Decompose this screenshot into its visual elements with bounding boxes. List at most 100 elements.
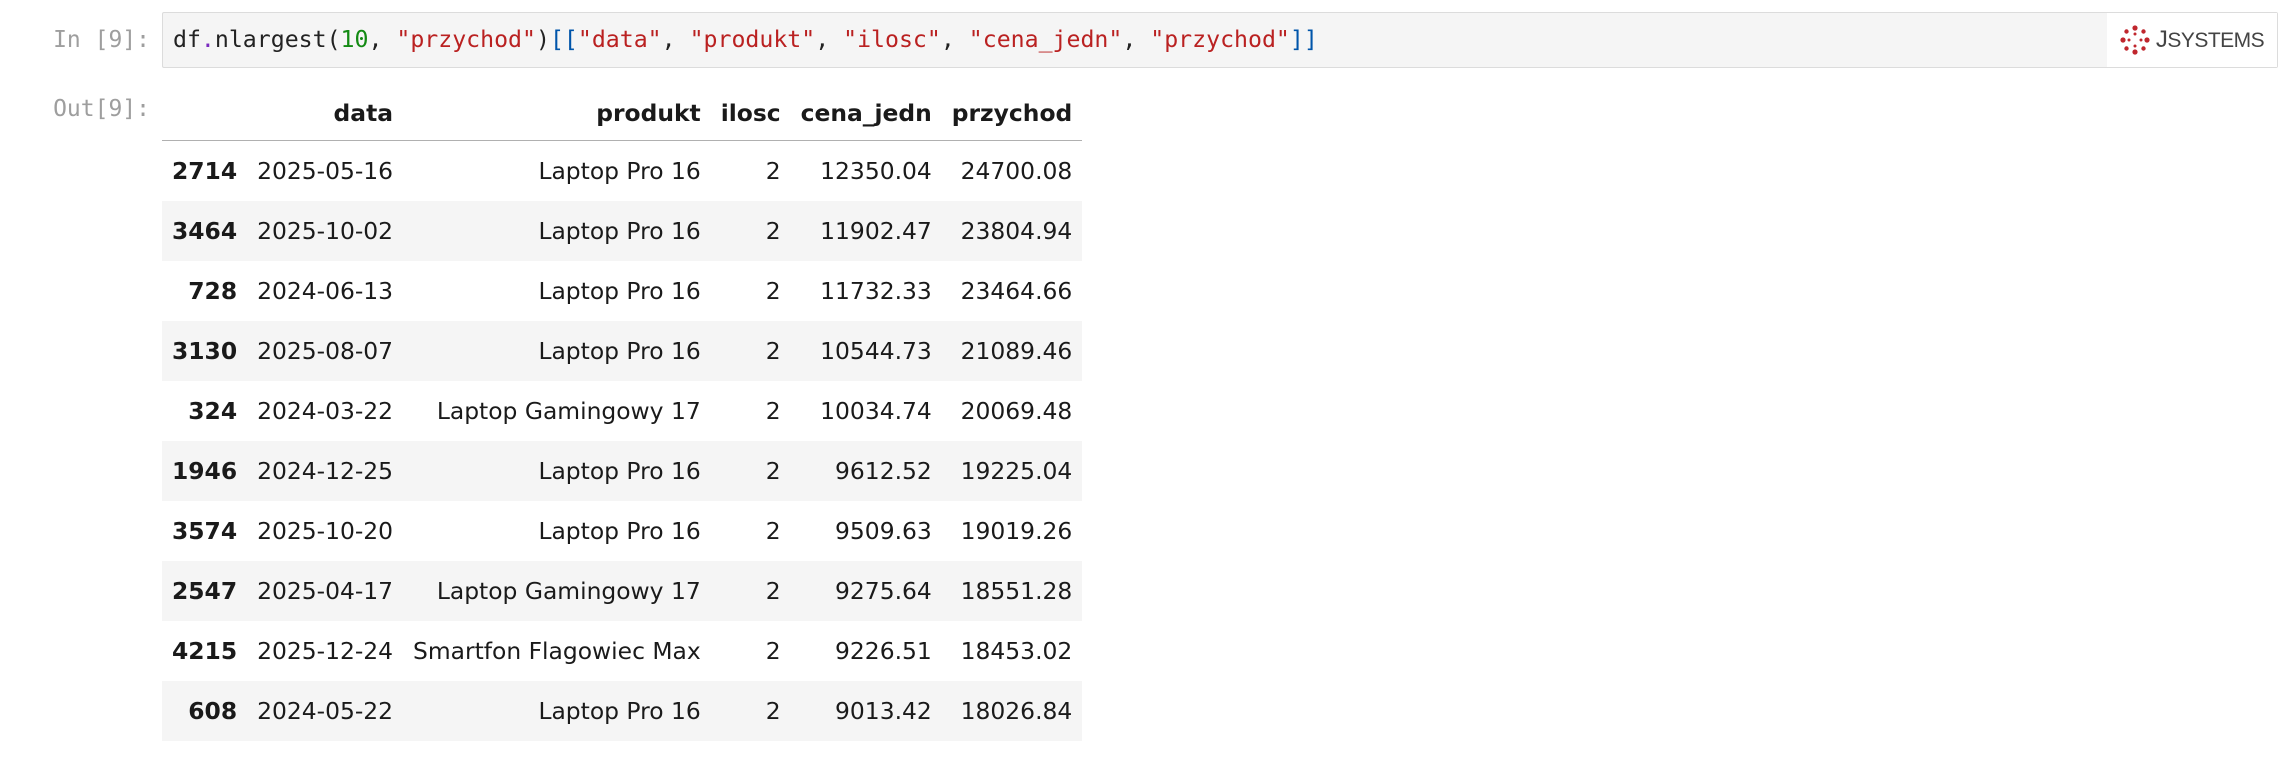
- row-index: 2547: [172, 577, 238, 605]
- code-token: ,: [815, 26, 844, 53]
- cell-produkt: Laptop Pro 16: [538, 697, 701, 725]
- cell-produkt: Laptop Pro 16: [538, 517, 701, 545]
- cell-data: 2025-12-24: [257, 637, 394, 665]
- cell-produkt: Laptop Pro 16: [538, 277, 701, 305]
- cell-ilosc: 2: [765, 397, 781, 425]
- code-token: [[: [549, 26, 578, 53]
- row-index: 608: [188, 697, 238, 725]
- table-row: 2714 2025-05-16 Laptop Pro 16 2 12350.04…: [162, 141, 1082, 202]
- row-index: 728: [188, 277, 238, 305]
- cell-cena-jedn: 10544.73: [820, 337, 932, 365]
- code-token: ]]: [1289, 26, 1318, 53]
- cell-data: 2024-05-22: [257, 697, 394, 725]
- table-row: 728 2024-06-13 Laptop Pro 16 2 11732.33 …: [162, 261, 1082, 321]
- code-token: 10: [340, 26, 369, 53]
- logo-letters: SYSTEMS: [2167, 29, 2265, 52]
- column-header-przychod: przychod: [941, 86, 1083, 141]
- code-token: ): [535, 26, 550, 53]
- cell-cena-jedn: 10034.74: [820, 397, 932, 425]
- table-row: 608 2024-05-22 Laptop Pro 16 2 9013.42 1…: [162, 681, 1083, 741]
- logo-text: JSYSTEMS: [2155, 26, 2265, 54]
- cell-ilosc: 2: [765, 277, 781, 305]
- cell-produkt: Laptop Pro 16: [538, 337, 701, 365]
- cell-ilosc: 2: [765, 157, 781, 185]
- cell-przychod: 21089.46: [960, 337, 1073, 365]
- row-index: 4215: [172, 637, 238, 665]
- jsystems-logo: JSYSTEMS: [2107, 13, 2277, 67]
- table-row: 2547 2025-04-17 Laptop Gamingowy 17 2 92…: [162, 561, 1083, 621]
- cell-ilosc: 2: [765, 697, 781, 725]
- cell-przychod: 23464.66: [960, 277, 1073, 305]
- cell-ilosc: 2: [765, 577, 781, 605]
- row-index: 1946: [172, 457, 238, 485]
- cell-data: 2024-12-25: [257, 457, 394, 485]
- row-index: 324: [188, 397, 238, 425]
- cell-ilosc: 2: [765, 517, 781, 545]
- cell-data: 2025-04-17: [257, 577, 394, 605]
- cell-cena-jedn: 11732.33: [820, 277, 932, 305]
- code-line: df.nlargest(10, "przychod")[["data", "pr…: [173, 26, 1318, 53]
- column-header-cena-jedn: cena_jedn: [790, 86, 942, 141]
- code-token: ,: [661, 26, 690, 53]
- code-token: .: [200, 26, 215, 53]
- code-input-area[interactable]: df.nlargest(10, "przychod")[["data", "pr…: [162, 12, 2278, 68]
- code-token: "data": [577, 26, 662, 53]
- cell-produkt: Laptop Gamingowy 17: [436, 397, 701, 425]
- cell-cena-jedn: 9612.52: [835, 457, 932, 485]
- table-row: 3464 2025-10-02 Laptop Pro 16 2 11902.47…: [162, 201, 1083, 261]
- code-token: "cena_jedn": [968, 26, 1123, 53]
- code-token: "ilosc": [843, 26, 941, 53]
- cell-przychod: 18551.28: [960, 577, 1073, 605]
- code-token: ,: [368, 26, 397, 53]
- cell-data: 2025-05-16: [257, 157, 394, 185]
- output-prompt: Out[9]:: [53, 96, 150, 122]
- cell-data: 2024-03-22: [257, 397, 394, 425]
- cell-cena-jedn: 9275.64: [835, 577, 932, 605]
- code-token: "produkt": [689, 26, 816, 53]
- cell-cena-jedn: 12350.04: [820, 157, 932, 185]
- logo-letter-j: J: [2155, 26, 2168, 53]
- cell-produkt: Laptop Pro 16: [538, 157, 701, 185]
- table-row: 4215 2025-12-24 Smartfon Flagowiec Max 2…: [162, 621, 1082, 681]
- cell-data: 2025-10-20: [257, 517, 394, 545]
- code-token: ,: [1122, 26, 1151, 53]
- table-header-row: data produkt ilosc cena_jedn przychod: [162, 86, 1083, 141]
- cell-produkt: Smartfon Flagowiec Max: [413, 637, 701, 665]
- code-token: df: [173, 26, 201, 53]
- cell-ilosc: 2: [765, 217, 781, 245]
- table-row: 3574 2025-10-20 Laptop Pro 16 2 9509.63 …: [162, 501, 1082, 561]
- cell-data: 2025-10-02: [257, 217, 394, 245]
- logo-mark-icon: [2120, 25, 2150, 55]
- cell-przychod: 23804.94: [960, 217, 1073, 245]
- cell-przychod: 20069.48: [960, 397, 1073, 425]
- row-index: 3574: [172, 517, 238, 545]
- code-token: "przychod": [396, 26, 536, 53]
- column-header-produkt: produkt: [403, 86, 711, 141]
- cell-przychod: 18026.84: [960, 697, 1073, 725]
- cell-przychod: 18453.02: [960, 637, 1073, 665]
- cell-ilosc: 2: [765, 337, 781, 365]
- code-token: ,: [940, 26, 969, 53]
- cell-produkt: Laptop Pro 16: [538, 457, 701, 485]
- cell-cena-jedn: 9226.51: [835, 637, 932, 665]
- cell-ilosc: 2: [765, 457, 781, 485]
- table-row: 3130 2025-08-07 Laptop Pro 16 2 10544.73…: [162, 321, 1083, 381]
- row-index: 3130: [172, 337, 238, 365]
- table-row: 1946 2024-12-25 Laptop Pro 16 2 9612.52 …: [162, 441, 1083, 501]
- cell-przychod: 19225.04: [960, 457, 1073, 485]
- cell-data: 2024-06-13: [257, 277, 394, 305]
- cell-produkt: Laptop Pro 16: [538, 217, 701, 245]
- dataframe-table: data produkt ilosc cena_jedn przychod 27…: [162, 86, 1083, 741]
- table-row: 324 2024-03-22 Laptop Gamingowy 17 2 100…: [162, 381, 1082, 441]
- column-header-data: data: [247, 86, 404, 141]
- cell-cena-jedn: 11902.47: [820, 217, 932, 245]
- index-header: [162, 86, 248, 141]
- cell-produkt: Laptop Gamingowy 17: [436, 577, 701, 605]
- column-header-ilosc: ilosc: [710, 86, 791, 141]
- cell-data: 2025-08-07: [257, 337, 394, 365]
- output-area: data produkt ilosc cena_jedn przychod 27…: [162, 86, 1083, 741]
- cell-przychod: 19019.26: [960, 517, 1073, 545]
- cell-ilosc: 2: [765, 637, 781, 665]
- row-index: 3464: [172, 217, 238, 245]
- code-token: nlargest(: [214, 26, 341, 53]
